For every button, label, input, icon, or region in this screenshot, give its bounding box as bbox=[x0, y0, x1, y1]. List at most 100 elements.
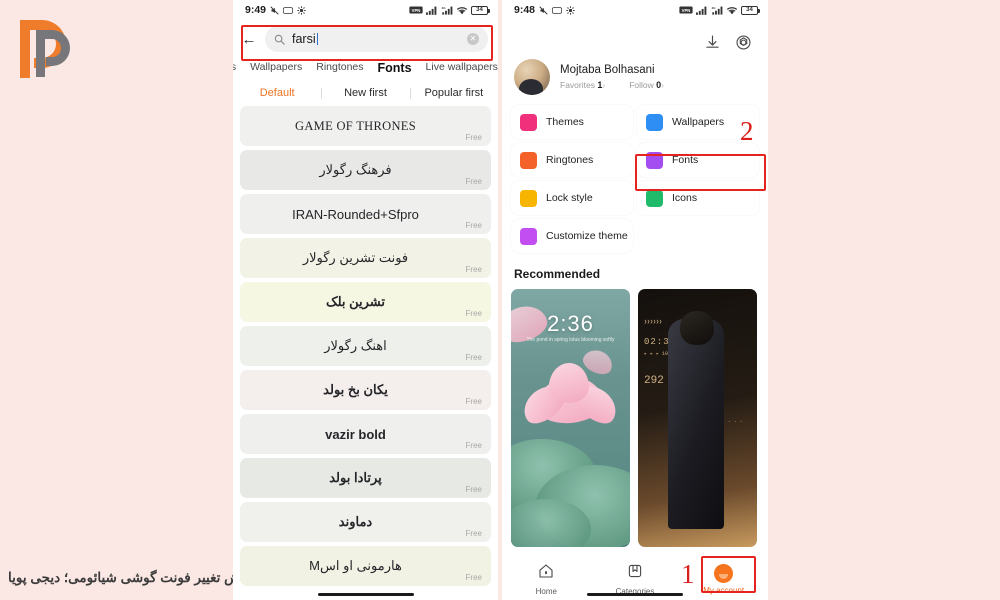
free-badge: Free bbox=[465, 441, 482, 450]
svg-text:VPN: VPN bbox=[412, 8, 421, 13]
vpn-icon: VPN bbox=[409, 6, 423, 14]
menu-label: Fonts bbox=[672, 154, 699, 166]
free-badge: Free bbox=[465, 529, 482, 538]
avatar[interactable] bbox=[514, 59, 550, 95]
home-icon bbox=[538, 563, 554, 584]
signal-2-icon: 4G bbox=[712, 6, 723, 15]
search-input[interactable]: farsi ✕ bbox=[265, 26, 488, 52]
menu-label: Lock style bbox=[546, 192, 593, 204]
font-list-item[interactable]: vazir bold Free bbox=[240, 414, 491, 454]
screenshot-root: آموزش تغییر فونت گوشی شیائومی؛ دیجی پویا… bbox=[0, 0, 1000, 600]
lock-menu-cell[interactable]: Lock style bbox=[511, 181, 633, 215]
gear-icon bbox=[297, 5, 306, 15]
lotus-subtitle: The pond in spring lotus blooming softly bbox=[526, 337, 615, 343]
sort-default[interactable]: Default bbox=[233, 87, 321, 99]
battery-indicator: 34 bbox=[741, 5, 760, 15]
nav-home[interactable]: Home bbox=[502, 563, 591, 596]
sort-new-first[interactable]: New first bbox=[321, 87, 409, 99]
nav-label: My account bbox=[703, 585, 745, 595]
mute-icon bbox=[539, 5, 548, 15]
chevron-right-icon: › bbox=[602, 80, 606, 90]
fonts-menu-cell[interactable]: Fonts bbox=[637, 143, 759, 177]
wallpapers-icon bbox=[646, 113, 663, 131]
font-name: فرهنگ رگولار bbox=[319, 162, 392, 177]
fonts-icon bbox=[646, 151, 663, 169]
font-list-item[interactable]: یکان بخ بولد Free bbox=[240, 370, 491, 410]
tab-fonts[interactable]: Fonts bbox=[377, 61, 413, 75]
font-list-item[interactable]: فونت تشرین رگولار Free bbox=[240, 238, 491, 278]
font-name: پرتادا بولد bbox=[329, 470, 382, 485]
search-value: farsi bbox=[292, 32, 316, 46]
sort-popular-first[interactable]: Popular first bbox=[409, 87, 498, 99]
annotation-number-2: 2 bbox=[740, 116, 754, 146]
signal-2-icon: 4G bbox=[442, 6, 453, 15]
wifi-icon bbox=[456, 6, 468, 14]
tab-label: Fonts bbox=[377, 61, 412, 75]
search-icon bbox=[274, 34, 285, 45]
font-list-item[interactable]: GAME OF THRONES Free bbox=[240, 106, 491, 146]
nfc-icon bbox=[552, 6, 563, 14]
mute-icon bbox=[270, 5, 279, 15]
category-tabs: es Wallpapers Ringtones Fonts Live wallpaper… bbox=[233, 60, 498, 75]
tab-live-wallpapers[interactable]: Live wallpapers bbox=[425, 61, 498, 73]
wallpaper-row: 2:36 The pond in spring lotus blooming s… bbox=[502, 281, 768, 547]
free-badge: Free bbox=[465, 573, 482, 582]
follow-stat[interactable]: Follow 0› bbox=[629, 80, 664, 90]
font-list-item[interactable]: فرهنگ رگولار Free bbox=[240, 150, 491, 190]
back-icon[interactable]: ← bbox=[241, 31, 257, 48]
sort-tabs: Default New first Popular first bbox=[233, 87, 498, 99]
profile-header[interactable]: Mojtaba Bolhasani Favorites 1› Follow 0› bbox=[502, 51, 768, 95]
watermark-text: آموزش تغییر فونت گوشی شیائومی؛ دیجی پویا bbox=[8, 570, 266, 585]
customize-icon bbox=[520, 227, 537, 245]
free-badge: Free bbox=[465, 221, 482, 230]
ringtones-menu-cell[interactable]: Ringtones bbox=[511, 143, 633, 177]
search-row: ← farsi ✕ bbox=[233, 20, 498, 60]
icons-menu-cell[interactable]: Icons bbox=[637, 181, 759, 215]
tab-label: Live wallpapers bbox=[425, 61, 498, 73]
svg-text:4G: 4G bbox=[712, 6, 717, 10]
font-list-item[interactable]: اهنگ رگولار Free bbox=[240, 326, 491, 366]
themes-menu-cell[interactable]: Themes bbox=[511, 105, 633, 139]
profile-name: Mojtaba Bolhasani bbox=[560, 64, 655, 76]
svg-text:4G: 4G bbox=[442, 6, 447, 10]
favorites-label: Favorites bbox=[560, 80, 595, 90]
clear-icon[interactable]: ✕ bbox=[467, 33, 479, 45]
font-list: GAME OF THRONES Free فرهنگ رگولار Free IRAN-… bbox=[233, 106, 498, 586]
menu-label: Customize theme bbox=[546, 230, 628, 242]
status-time: 9:49 bbox=[245, 4, 267, 16]
left-phone-screen: 9:49 VPN 4G 34 ← farsi ✕ s Wallpapers Ri… bbox=[233, 0, 498, 600]
settings-icon[interactable] bbox=[735, 34, 752, 51]
tab-label: es bbox=[233, 61, 237, 73]
tab-label: Wallpapers bbox=[250, 61, 303, 73]
free-badge: Free bbox=[465, 485, 482, 494]
tab-wallpapers[interactable]: Wallpapers bbox=[249, 61, 303, 73]
menu-grid: Themes Wallpapers Ringtones Fonts Lock style… bbox=[502, 95, 768, 253]
tab-ringtones[interactable]: Ringtones bbox=[315, 61, 364, 73]
lock-icon bbox=[520, 189, 537, 207]
nfc-icon bbox=[283, 6, 294, 14]
font-list-item[interactable]: تشرین بلک Free bbox=[240, 282, 491, 322]
annotation-number-1: 1 bbox=[681, 559, 695, 589]
font-list-item[interactable]: دماوند Free bbox=[240, 502, 491, 542]
menu-label: Ringtones bbox=[546, 154, 594, 166]
customize-menu-cell[interactable]: Customize theme bbox=[511, 219, 633, 253]
font-list-item[interactable]: پرتادا بولد Free bbox=[240, 458, 491, 498]
svg-text:VPN: VPN bbox=[682, 8, 691, 13]
nav-categories[interactable]: Categories bbox=[591, 563, 680, 596]
grid-filler bbox=[637, 219, 759, 253]
font-name: IRAN-Rounded+Sfpro bbox=[292, 206, 419, 222]
font-name: دماوند bbox=[338, 514, 373, 529]
right-phone-screen: 9:48 VPN 4G 34 Mojtaba Bolhasani Favorit… bbox=[502, 0, 768, 600]
tab-es[interactable]: es bbox=[233, 61, 237, 73]
signal-1-icon bbox=[426, 6, 437, 15]
font-name: فونت تشرین رگولار bbox=[302, 250, 409, 265]
favorites-stat[interactable]: Favorites 1› bbox=[560, 80, 605, 90]
anime-wallpaper-thumb[interactable]: 02:36 ▸ ▸ ▸ 100% 292 ❯❯❯❯❯❯ ◦ ◦ ◦ ◦ bbox=[638, 289, 757, 547]
font-list-item[interactable]: IRAN-Rounded+Sfpro Free bbox=[240, 194, 491, 234]
home-indicator-left bbox=[317, 592, 414, 596]
lotus-wallpaper-thumb[interactable]: 2:36 The pond in spring lotus blooming s… bbox=[511, 289, 630, 547]
menu-label: Wallpapers bbox=[672, 116, 725, 128]
font-list-item[interactable]: هارمونی او اسM Free bbox=[240, 546, 491, 586]
download-icon[interactable] bbox=[704, 34, 721, 51]
wifi-icon bbox=[726, 6, 738, 14]
